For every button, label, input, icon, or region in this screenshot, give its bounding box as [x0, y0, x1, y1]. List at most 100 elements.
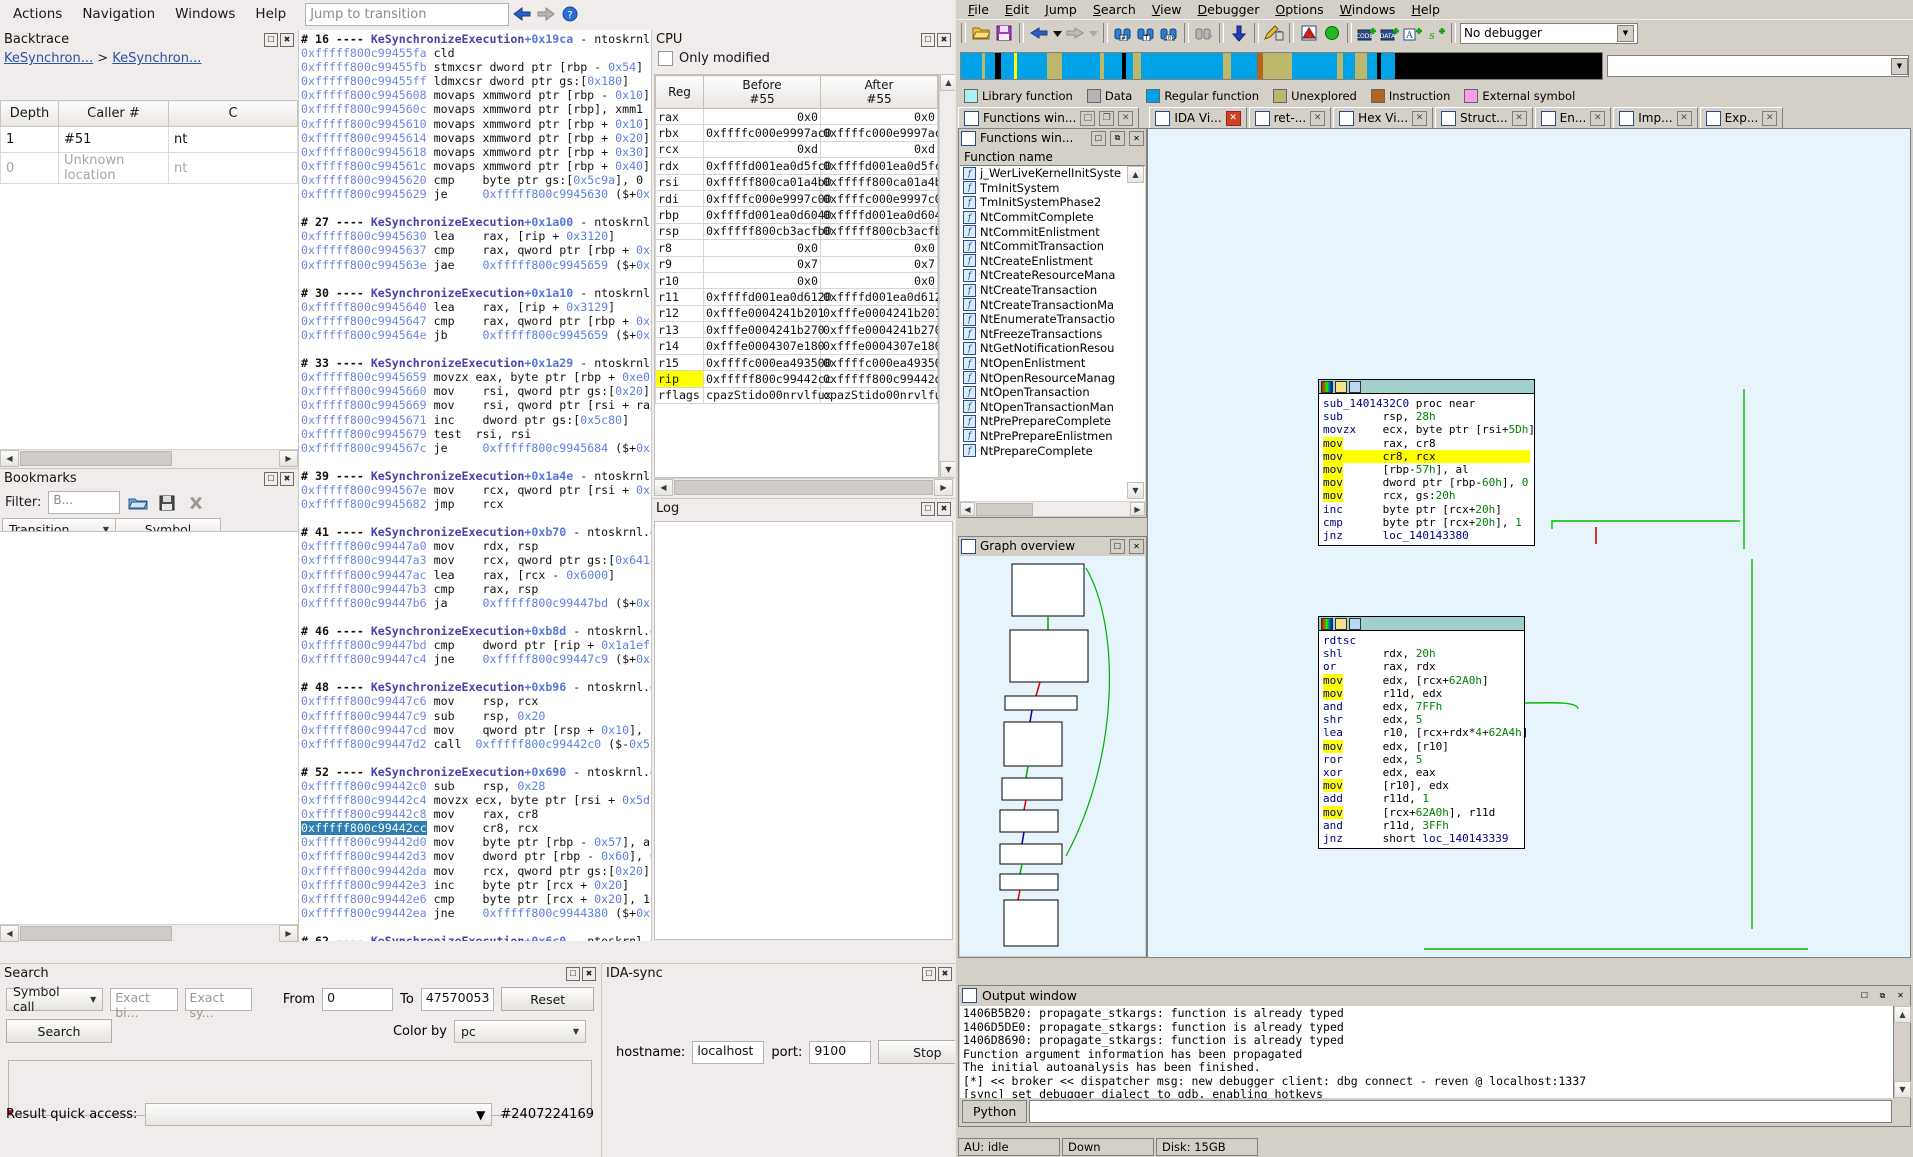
register-row[interactable]: rflagscpazStido00nrvlfuxcpazStido00nrvlf… — [656, 387, 938, 403]
col-before[interactable]: Before #55 — [704, 76, 821, 109]
make-ascii-icon[interactable]: A — [1402, 22, 1424, 44]
trace-line[interactable]: 0xfffff800c994561c movaps xmmword ptr [r… — [301, 159, 651, 173]
python-button[interactable]: Python — [962, 1100, 1027, 1123]
register-row[interactable]: rcx0xd0xd — [656, 141, 938, 157]
reset-button[interactable]: Reset — [501, 987, 594, 1011]
function-list-item[interactable]: fNtPrePrepareEnlistmen — [960, 429, 1145, 444]
register-row[interactable]: r130xfffe0004241b2700xfffe0004241b270 — [656, 322, 938, 338]
functions-list-area[interactable]: Function name fj_WerLiveKernelInitSystef… — [960, 148, 1145, 502]
output-log[interactable]: 1406B5B20: propagate_stkargs: function i… — [960, 1006, 1894, 1098]
float-icon[interactable]: ⧉ — [1110, 131, 1125, 146]
restore-icon[interactable]: ☐ — [264, 472, 278, 486]
register-row[interactable]: r140xfffe0004307e1800xfffe0004307e180 — [656, 338, 938, 354]
graph-line[interactable]: mov [rbp-57h], al — [1323, 463, 1530, 476]
col-reg[interactable]: Reg — [656, 76, 704, 109]
chevron-down-icon[interactable]: ▼ — [1617, 25, 1634, 42]
graph-line[interactable]: mov r11d, edx — [1323, 687, 1520, 700]
trace-line[interactable]: 0xfffff800c99442c8 mov rax, cr8 — [301, 807, 651, 821]
tab-struct-[interactable]: Struct...✕ — [1435, 107, 1533, 128]
trace-line[interactable]: 0xfffff800c99455ff ldmxcsr dword ptr gs:… — [301, 74, 651, 88]
graph-block-1[interactable]: sub_1401432C0 proc nearsub rsp, 28hmovzx… — [1318, 379, 1535, 546]
trace-line[interactable]: 0xfffff800c9945671 inc dword ptr gs:[0x5… — [301, 413, 651, 427]
blue-down-arrow-icon[interactable] — [1228, 22, 1250, 44]
function-list-item[interactable]: fNtCommitComplete — [960, 210, 1145, 225]
col-after[interactable]: After #55 — [821, 76, 938, 109]
trace-line[interactable]: 0xfffff800c9945659 movzx eax, byte ptr [… — [301, 370, 651, 384]
scroll-up-icon[interactable]: ▲ — [1894, 1006, 1911, 1023]
graph-line[interactable]: mov [rcx+62A0h], r11d — [1323, 806, 1520, 819]
function-list-item[interactable]: fNtOpenTransaction — [960, 385, 1145, 400]
scroll-down-icon[interactable]: ▼ — [940, 461, 955, 478]
stop-button[interactable]: Stop — [878, 1040, 955, 1064]
function-list-item[interactable]: fTmInitSystemPhase2 — [960, 195, 1145, 210]
folder-open-icon[interactable] — [127, 493, 149, 513]
trace-line[interactable]: 0xfffff800c99442e3 inc byte ptr [rcx + 0… — [301, 878, 651, 892]
binoculars-number-icon[interactable]: 101 — [1158, 22, 1180, 44]
exact-symbol-input[interactable]: Exact sy... — [185, 988, 252, 1011]
trace-line[interactable]: 0xfffff800c9945679 test rsi, rsi — [301, 427, 651, 441]
trace-line[interactable]: 0xfffff800c99455fa cld — [301, 46, 651, 60]
bookmarks-list[interactable] — [0, 531, 298, 925]
breadcrumb-item-1[interactable]: KeSynchron... — [4, 51, 93, 66]
log-content[interactable] — [654, 521, 953, 940]
graph-block-2[interactable]: rdtsc shl rdx, 20hor rax, rdxmov edx, [r… — [1318, 616, 1525, 849]
graph-line[interactable]: and edx, 7FFh — [1323, 700, 1520, 713]
tab-en-[interactable]: En...✕ — [1535, 107, 1612, 128]
register-row[interactable]: r110xffffd001ea0d61200xffffd001ea0d6120 — [656, 289, 938, 305]
graph-line[interactable]: jnz short loc_140143339 — [1323, 832, 1520, 845]
function-list-item[interactable]: fNtOpenEnlistment — [960, 356, 1145, 371]
trace-line[interactable]: 0xfffff800c99442ea jne 0xfffff800c994438… — [301, 906, 651, 920]
search-kind-select[interactable]: Symbol call ▼ — [6, 988, 103, 1011]
function-list-item[interactable]: fNtCreateEnlistment — [960, 254, 1145, 269]
chevron-down-icon[interactable] — [1087, 22, 1099, 44]
chevron-down-icon[interactable] — [1051, 22, 1063, 44]
graph-line[interactable]: or rax, rdx — [1323, 660, 1520, 673]
hostname-input[interactable]: localhost — [692, 1041, 764, 1064]
nav-back-icon[interactable] — [1028, 22, 1050, 44]
binoculars-hash-icon[interactable]: # — [1112, 22, 1134, 44]
function-list-item[interactable]: fNtCreateTransactionMa — [960, 297, 1145, 312]
graph-line[interactable]: mov edx, [rcx+62A0h] — [1323, 674, 1520, 687]
graph-line[interactable]: shl rdx, 20h — [1323, 647, 1520, 660]
trace-line[interactable]: 0xfffff800c994563e jae 0xfffff800c994565… — [301, 258, 651, 272]
trace-line[interactable]: 0xfffff800c99442c4 movzx ecx, byte ptr [… — [301, 793, 651, 807]
binoculars-text-icon[interactable]: T — [1135, 22, 1157, 44]
graph-line[interactable]: rdtsc — [1323, 634, 1520, 647]
function-list-item[interactable]: fNtOpenTransactionMan — [960, 400, 1145, 415]
close-icon[interactable]: ✖ — [937, 502, 951, 516]
tab-functions-win-[interactable]: Functions win...□❐✕ — [958, 107, 1139, 128]
ida-menu-debugger[interactable]: Debugger — [1190, 1, 1268, 18]
register-row[interactable]: rbx0xffffc000e9997ac00xffffc000e9997ac0 — [656, 125, 938, 141]
register-row[interactable]: rsp0xfffff800cb3acfb00xfffff800cb3acfb0 — [656, 223, 938, 239]
ida-menu-options[interactable]: Options — [1267, 1, 1331, 18]
selected-address[interactable]: 0xfffff800c99442cc — [301, 821, 427, 835]
graph-line[interactable]: mov rcx, gs:20h — [1323, 489, 1530, 502]
ida-menu-windows[interactable]: Windows — [1332, 1, 1404, 18]
register-row[interactable]: rsi0xfffff800ca01a4b00xfffff800ca01a4b0 — [656, 174, 938, 190]
trace-line[interactable]: 0xfffff800c9945608 movaps xmmword ptr [r… — [301, 88, 651, 102]
function-list-item[interactable]: fNtPrePrepareComplete — [960, 414, 1145, 429]
restore-icon[interactable]: ☐ — [922, 967, 936, 981]
port-input[interactable]: 9100 — [809, 1041, 871, 1064]
register-row[interactable]: r100x00x0 — [656, 272, 938, 288]
trace-line[interactable]: 0xfffff800c9945614 movaps xmmword ptr [r… — [301, 131, 651, 145]
scroll-up-icon[interactable]: ▲ — [940, 74, 955, 91]
make-data-icon[interactable]: DATA — [1379, 22, 1401, 44]
functions-hscrollbar[interactable]: ◀ ▶ — [960, 501, 1145, 516]
close-icon[interactable]: ✕ — [1590, 111, 1605, 126]
scrollbar-thumb[interactable] — [20, 451, 172, 466]
register-row[interactable]: rax0x00x0 — [656, 109, 938, 125]
trace-line[interactable]: 0xfffff800c994567e mov rcx, qword ptr [r… — [301, 483, 651, 497]
navigation-strip[interactable] — [960, 52, 1603, 80]
graph-line[interactable]: xor edx, eax — [1323, 766, 1520, 779]
trace-line[interactable]: 0xfffff800c9945618 movaps xmmword ptr [r… — [301, 145, 651, 159]
quick-access-select[interactable]: ▼ — [145, 1103, 492, 1126]
trace-line[interactable]: 0xfffff800c99447a0 mov rdx, rsp — [301, 539, 651, 553]
trace-line[interactable]: 0xfffff800c9945630 lea rax, [rip + 0x312… — [301, 229, 651, 243]
scroll-right-icon[interactable]: ▶ — [1130, 502, 1145, 516]
help-circle-icon[interactable]: ? — [559, 5, 581, 23]
palette-icon[interactable] — [1321, 381, 1333, 393]
scroll-left-icon[interactable]: ◀ — [960, 502, 975, 516]
make-struct-icon[interactable]: s — [1425, 22, 1447, 44]
close-icon[interactable]: ✕ — [1512, 111, 1527, 126]
